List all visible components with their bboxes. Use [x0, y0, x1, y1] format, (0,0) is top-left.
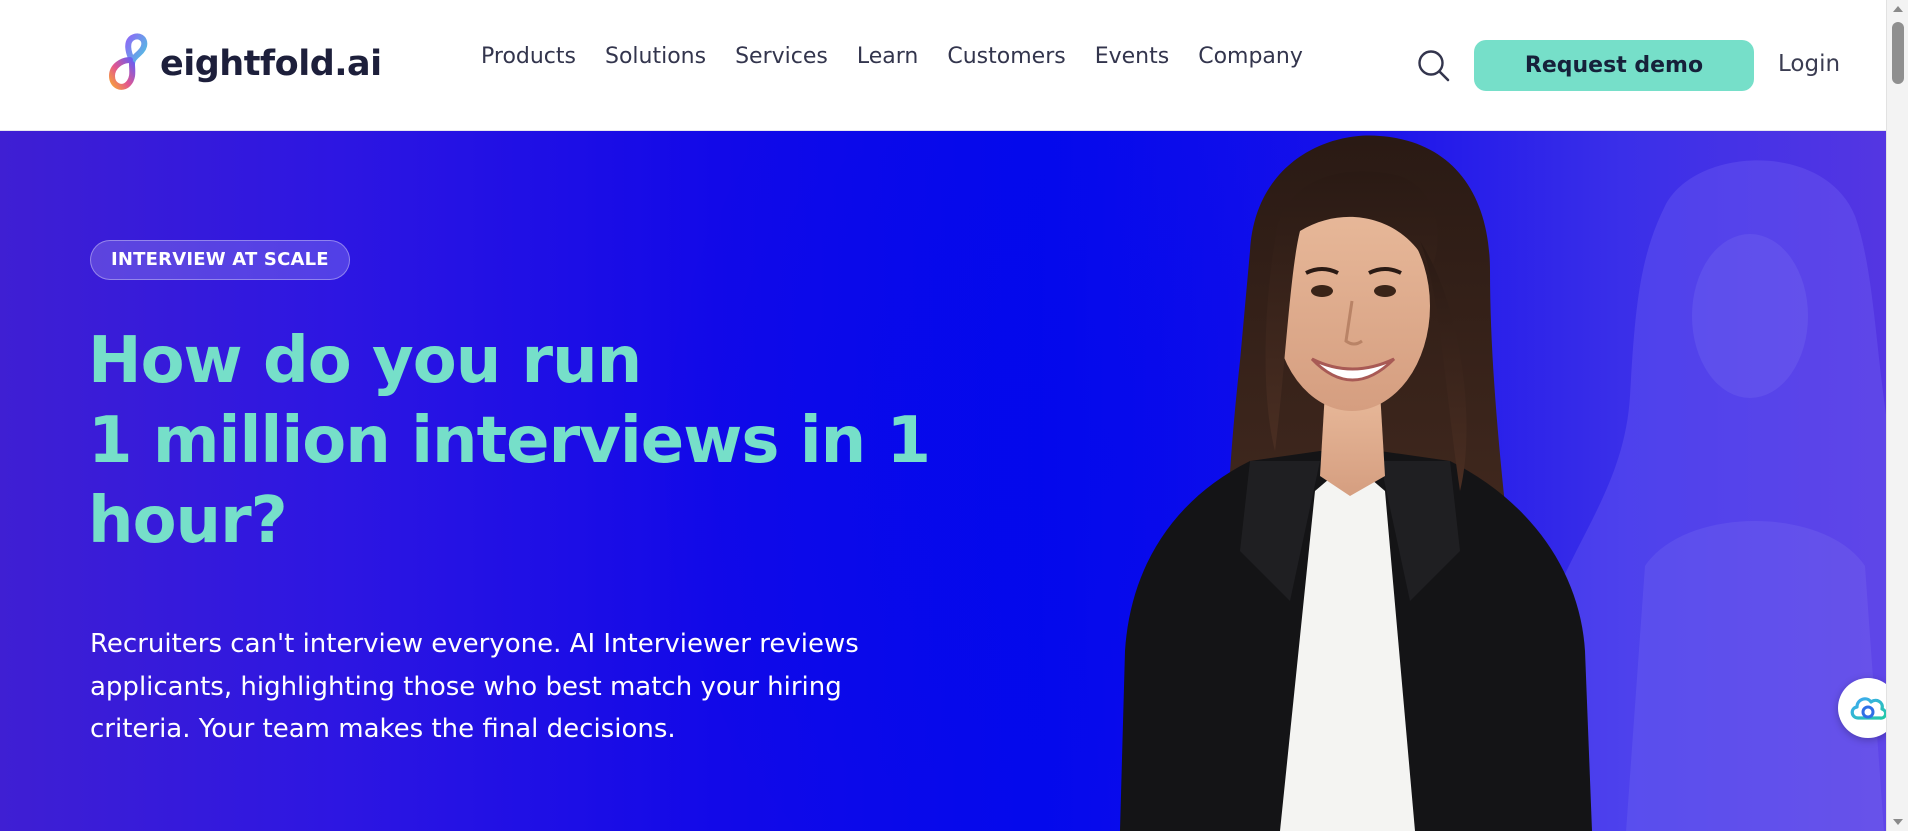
request-demo-button[interactable]: Request demo [1474, 40, 1754, 91]
hero-description: Recruiters can't interview everyone. AI … [90, 629, 859, 744]
scroll-thumb[interactable] [1892, 22, 1904, 84]
login-link[interactable]: Login [1778, 51, 1840, 77]
main-nav: Products Solutions Services Learn Custom… [481, 44, 1332, 69]
search-button[interactable] [1416, 48, 1452, 84]
hero-section: INTERVIEW AT SCALE How do you run 1 mill… [0, 131, 1886, 831]
nav-item-products[interactable]: Products [481, 44, 576, 69]
nav-item-learn[interactable]: Learn [857, 44, 919, 69]
nav-item-company[interactable]: Company [1198, 44, 1303, 69]
scroll-down-arrow-icon[interactable] [1893, 819, 1903, 825]
logo-text: eightfold.ai [160, 44, 382, 84]
logo-link[interactable]: eightfold.ai [98, 30, 382, 96]
nav-item-customers[interactable]: Customers [947, 44, 1065, 69]
hero-badge: INTERVIEW AT SCALE [90, 240, 350, 280]
nav-item-events[interactable]: Events [1095, 44, 1170, 69]
search-icon [1418, 50, 1450, 82]
eightfold-logo-icon [108, 33, 148, 90]
hero-headline-line-1: How do you run [88, 324, 642, 398]
cloud-assistant-icon [1850, 697, 1888, 720]
hero-person-photo [1120, 135, 1592, 831]
hero-headline-line-2: 1 million interviews in 1 [88, 404, 931, 478]
scroll-up-arrow-icon[interactable] [1893, 6, 1903, 12]
hero-headline: How do you run 1 million interviews in 1… [88, 321, 931, 561]
hero-headline-line-3: hour? [88, 484, 288, 558]
nav-item-services[interactable]: Services [735, 44, 828, 69]
site-header: eightfold.ai Products Solutions Services… [0, 0, 1886, 131]
page-scrollbar[interactable] [1886, 0, 1908, 831]
nav-item-solutions[interactable]: Solutions [605, 44, 706, 69]
